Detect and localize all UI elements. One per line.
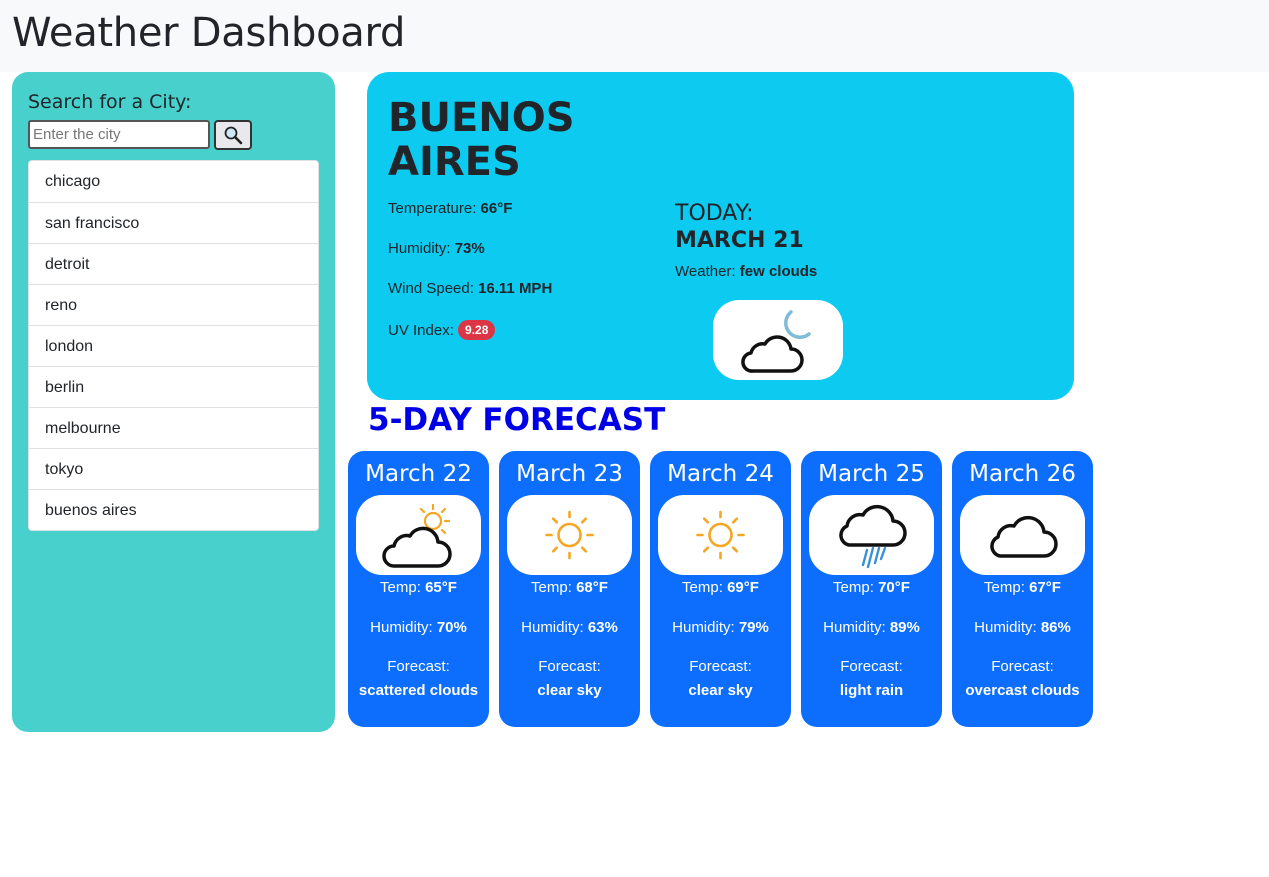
forecast-humidity-label: Humidity: bbox=[974, 619, 1037, 636]
magnifier-icon bbox=[224, 126, 243, 145]
forecast-date: March 22 bbox=[365, 461, 472, 487]
forecast-card: March 25 Temp: 70°F Humidity: 89% Foreca… bbox=[801, 451, 942, 727]
forecast-humidity: Humidity: 79% bbox=[650, 619, 791, 636]
uv-index-badge: 9.28 bbox=[458, 320, 496, 340]
forecast-icon-box bbox=[960, 495, 1085, 575]
forecast-humidity: Humidity: 89% bbox=[801, 619, 942, 636]
forecast-date: March 23 bbox=[516, 461, 623, 487]
forecast-description: clear sky bbox=[688, 682, 753, 699]
cloud-rain-icon bbox=[839, 504, 907, 569]
history-item-london[interactable]: london bbox=[29, 325, 318, 366]
forecast-icon-box bbox=[809, 495, 934, 575]
forecast-humidity: Humidity: 86% bbox=[952, 619, 1093, 636]
forecast-humidity: Humidity: 63% bbox=[499, 619, 640, 636]
forecast-temp: Temp: 69°F bbox=[650, 579, 791, 596]
forecast-card: March 24 Temp: 69°F Humidity: 79% Foreca… bbox=[650, 451, 791, 727]
forecast-humidity-label: Humidity: bbox=[823, 619, 886, 636]
forecast-temp-label: Temp: bbox=[531, 579, 572, 596]
forecast-date: March 25 bbox=[818, 461, 925, 487]
forecast-description: overcast clouds bbox=[965, 682, 1080, 699]
forecast-humidity-label: Humidity: bbox=[672, 619, 735, 636]
wind-label: Wind Speed: bbox=[388, 280, 474, 297]
forecast-card: March 26 Temp: 67°F Humidity: 86% Foreca… bbox=[952, 451, 1093, 727]
forecast-temp-value: 69°F bbox=[727, 579, 759, 596]
forecast-temp-value: 67°F bbox=[1029, 579, 1061, 596]
forecast-description: clear sky bbox=[537, 682, 602, 699]
current-city-name: BUENOS AIRES bbox=[388, 95, 575, 185]
forecast-date: March 24 bbox=[667, 461, 774, 487]
today-label: TODAY: bbox=[675, 201, 754, 226]
forecast-label: Forecast: bbox=[689, 658, 752, 675]
forecast-humidity: Humidity: 70% bbox=[348, 619, 489, 636]
sun-icon bbox=[545, 510, 594, 560]
forecast-label: Forecast: bbox=[387, 658, 450, 675]
wind-stat: Wind Speed: 16.11 MPH bbox=[388, 280, 552, 297]
history-item-chicago[interactable]: chicago bbox=[29, 161, 318, 202]
history-item-melbourne[interactable]: melbourne bbox=[29, 407, 318, 448]
history-item-san-francisco[interactable]: san francisco bbox=[29, 202, 318, 243]
forecast-label: Forecast: bbox=[840, 658, 903, 675]
forecast-temp-value: 68°F bbox=[576, 579, 608, 596]
forecast-description: light rain bbox=[839, 682, 904, 699]
history-item-buenos-aires[interactable]: buenos aires bbox=[29, 489, 318, 530]
forecast-label: Forecast: bbox=[991, 658, 1054, 675]
history-item-tokyo[interactable]: tokyo bbox=[29, 448, 318, 489]
forecast-temp-value: 70°F bbox=[878, 579, 910, 596]
forecast-temp-label: Temp: bbox=[833, 579, 874, 596]
temperature-label: Temperature: bbox=[388, 200, 477, 217]
forecast-humidity-value: 89% bbox=[889, 619, 920, 636]
page-header: Weather Dashboard bbox=[0, 0, 1269, 72]
history-item-reno[interactable]: reno bbox=[29, 284, 318, 325]
forecast-temp: Temp: 67°F bbox=[952, 579, 1093, 596]
forecast-icon-box bbox=[356, 495, 481, 575]
forecast-temp-label: Temp: bbox=[984, 579, 1025, 596]
forecast-card: March 23 Temp: 68°F Humidity: 63% Foreca… bbox=[499, 451, 640, 727]
humidity-stat: Humidity: 73% bbox=[388, 240, 485, 257]
forecast-icon-box bbox=[658, 495, 783, 575]
forecast-temp: Temp: 68°F bbox=[499, 579, 640, 596]
humidity-value: 73% bbox=[454, 240, 485, 257]
uv-label: UV Index: bbox=[388, 322, 454, 339]
forecast-humidity-label: Humidity: bbox=[521, 619, 584, 636]
temperature-stat: Temperature: 66°F bbox=[388, 200, 512, 217]
forecast-humidity-value: 86% bbox=[1040, 619, 1071, 636]
today-date: MARCH 21 bbox=[675, 228, 804, 253]
city-search-input[interactable] bbox=[28, 120, 210, 149]
forecast-temp-value: 65°F bbox=[425, 579, 457, 596]
history-item-detroit[interactable]: detroit bbox=[29, 243, 318, 284]
weather-label: Weather: bbox=[675, 263, 736, 280]
cloud-icon bbox=[990, 515, 1058, 558]
forecast-humidity-value: 63% bbox=[587, 619, 618, 636]
forecast-description: scattered clouds bbox=[358, 682, 479, 699]
search-button[interactable] bbox=[214, 120, 252, 150]
forecast-humidity-value: 79% bbox=[738, 619, 769, 636]
cloud-sun-icon bbox=[382, 503, 452, 568]
uv-stat: UV Index: 9.28 bbox=[388, 320, 496, 340]
forecast-temp: Temp: 65°F bbox=[348, 579, 489, 596]
cloud-moon-icon bbox=[741, 310, 811, 373]
current-weather-card: BUENOS AIRES Temperature: 66°F Humidity:… bbox=[367, 72, 1074, 400]
sun-icon bbox=[696, 510, 745, 560]
history-item-berlin[interactable]: berlin bbox=[29, 366, 318, 407]
current-weather-icon-box bbox=[713, 300, 843, 380]
search-history-list: chicago san francisco detroit reno londo… bbox=[28, 160, 319, 531]
forecast-card: March 22 Temp: 65°F Humidity: 70% Foreca… bbox=[348, 451, 489, 727]
temperature-value: 66°F bbox=[480, 200, 513, 217]
weather-value: few clouds bbox=[739, 263, 818, 280]
forecast-title: 5-DAY FORECAST bbox=[368, 402, 666, 438]
search-sidebar: Search for a City: chicago san francisco… bbox=[12, 72, 335, 732]
forecast-label: Forecast: bbox=[538, 658, 601, 675]
forecast-humidity-label: Humidity: bbox=[370, 619, 433, 636]
forecast-humidity-value: 70% bbox=[436, 619, 467, 636]
humidity-label: Humidity: bbox=[388, 240, 451, 257]
page-title: Weather Dashboard bbox=[12, 10, 406, 56]
forecast-icon-box bbox=[507, 495, 632, 575]
today-weather: Weather: few clouds bbox=[675, 263, 817, 280]
forecast-date: March 26 bbox=[969, 461, 1076, 487]
forecast-temp-label: Temp: bbox=[380, 579, 421, 596]
search-label: Search for a City: bbox=[28, 91, 192, 113]
wind-value: 16.11 MPH bbox=[478, 280, 553, 297]
forecast-temp: Temp: 70°F bbox=[801, 579, 942, 596]
forecast-temp-label: Temp: bbox=[682, 579, 723, 596]
